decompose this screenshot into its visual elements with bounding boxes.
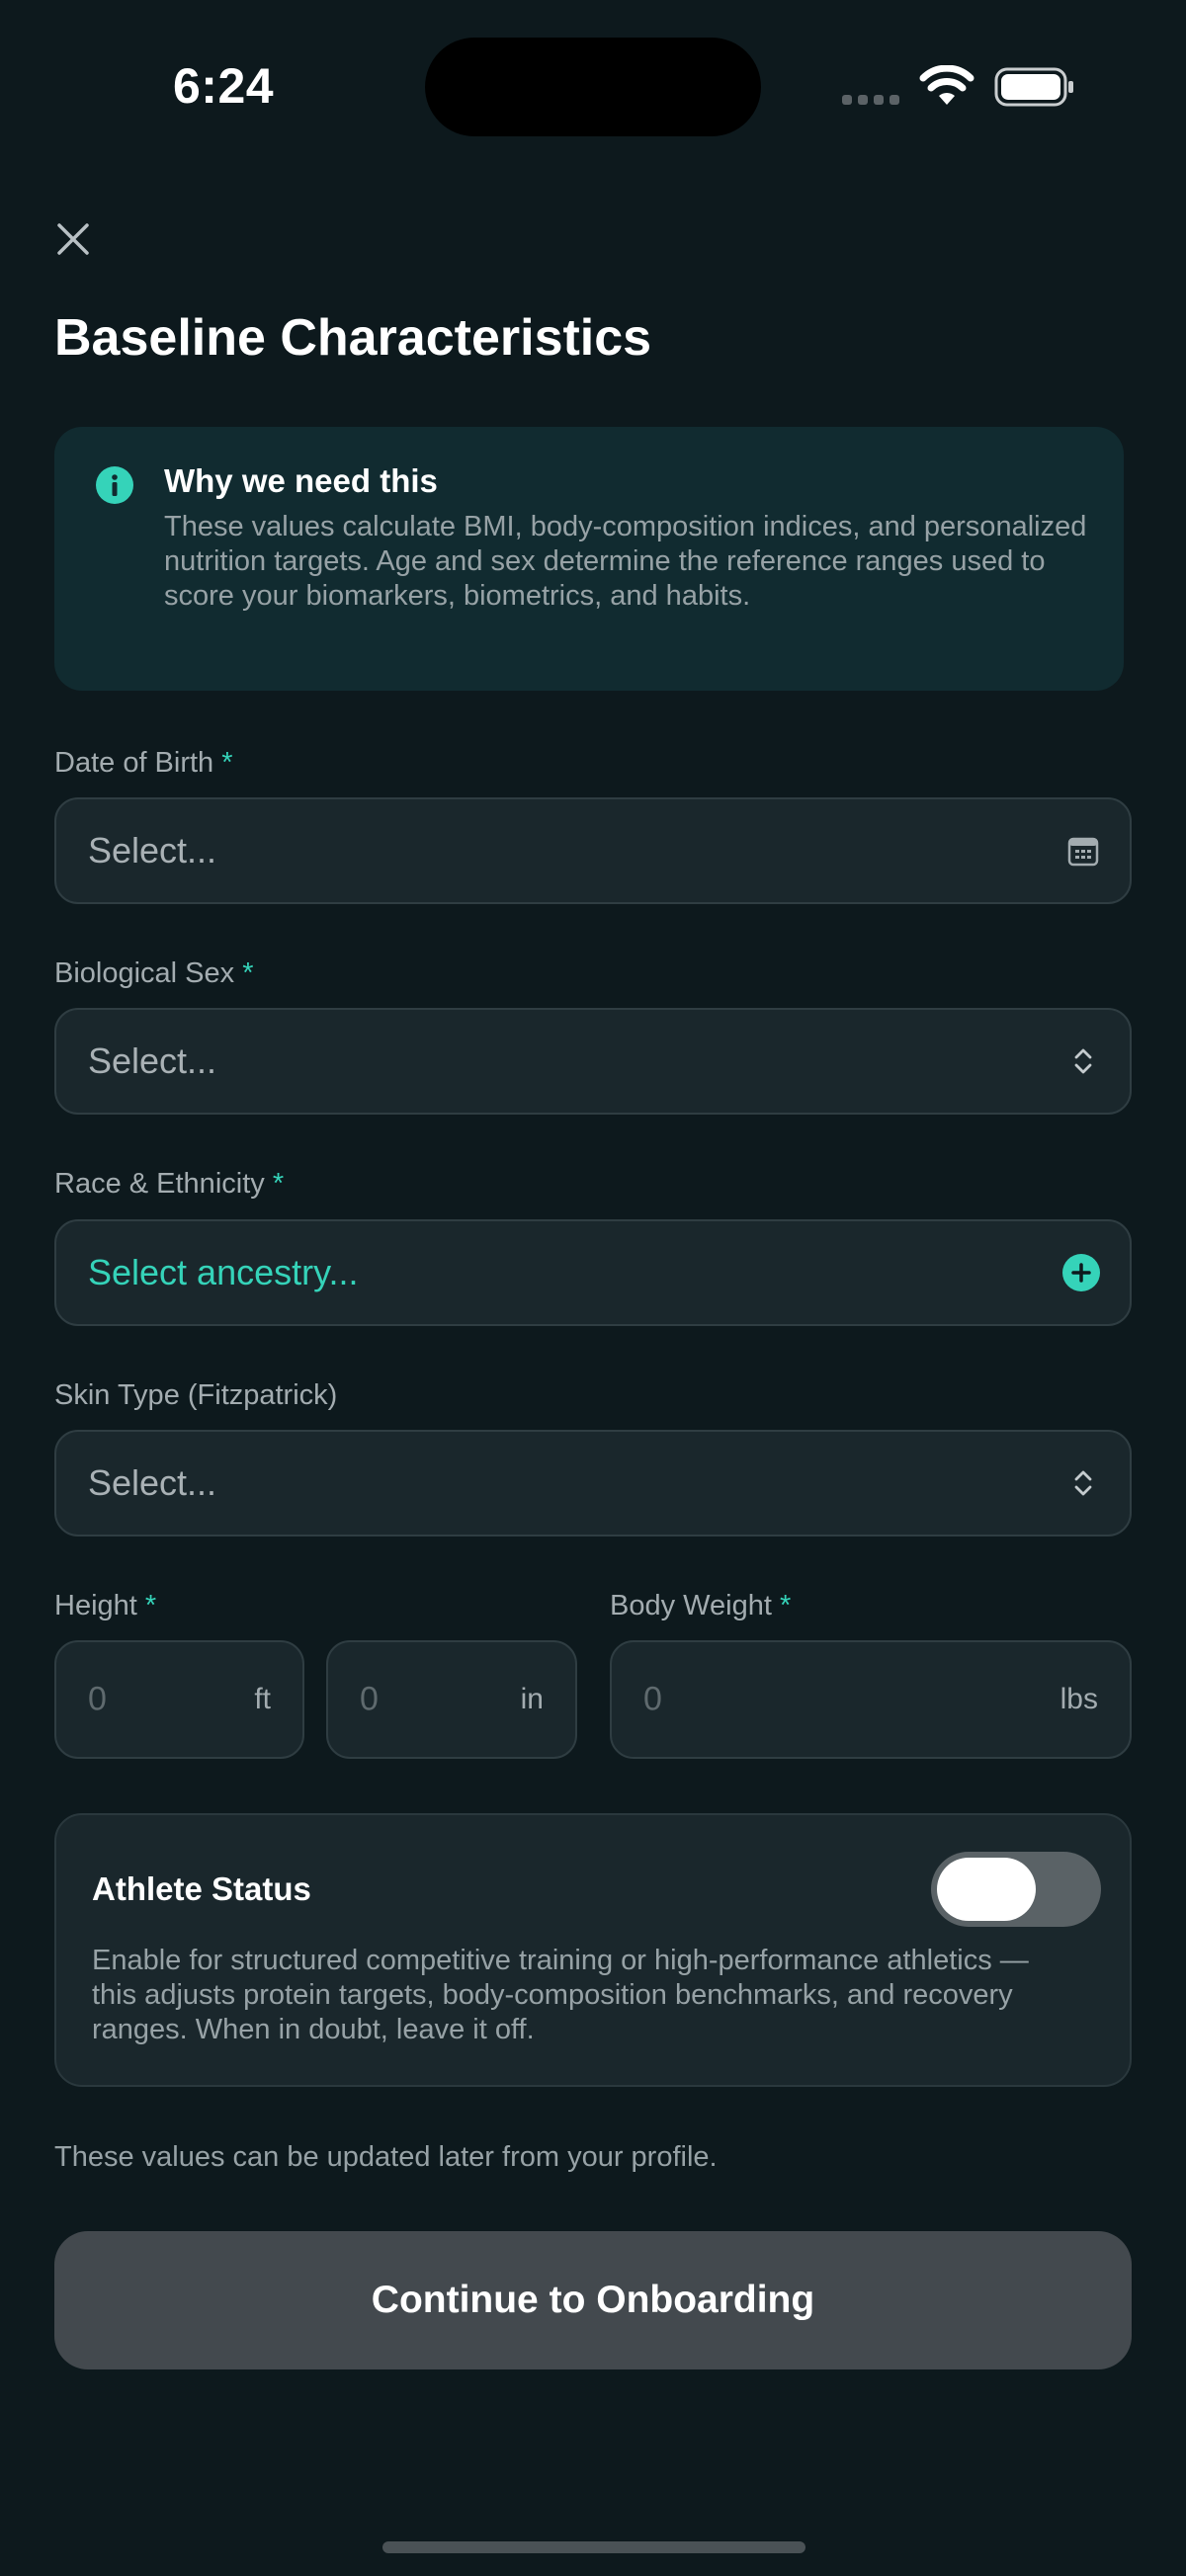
continue-button[interactable]: Continue to Onboarding xyxy=(54,2231,1132,2369)
required-marker: * xyxy=(272,1168,285,1200)
body-weight-input[interactable]: 0 lbs xyxy=(610,1640,1132,1759)
athlete-status-title: Athlete Status xyxy=(92,1870,311,1907)
required-marker: * xyxy=(779,1590,792,1621)
skin-placeholder: Select... xyxy=(88,1462,217,1503)
chevron-up-down-icon xyxy=(1074,1470,1092,1496)
chevron-up-down-icon xyxy=(1074,1048,1092,1074)
height-feet-input[interactable]: 0 ft xyxy=(54,1640,304,1759)
sex-placeholder: Select... xyxy=(88,1040,217,1081)
toggle-knob xyxy=(937,1858,1036,1921)
skin-label-text: Skin Type (Fitzpatrick) xyxy=(54,1379,338,1411)
dob-label: Date of Birth * xyxy=(54,747,233,780)
home-indicator xyxy=(382,2541,805,2553)
body-weight-placeholder: 0 xyxy=(643,1680,662,1718)
calendar-icon xyxy=(1067,837,1099,867)
battery-icon xyxy=(994,67,1073,107)
height-feet-placeholder: 0 xyxy=(88,1680,107,1718)
athlete-status-description: Enable for structured competitive traini… xyxy=(92,1945,1029,2045)
height-label: Height * xyxy=(54,1590,156,1622)
height-label-text: Height xyxy=(54,1590,137,1621)
weight-label: Body Weight * xyxy=(610,1590,791,1622)
sex-label-text: Biological Sex xyxy=(54,957,235,989)
continue-button-label: Continue to Onboarding xyxy=(371,2279,815,2321)
weight-label-text: Body Weight xyxy=(610,1590,772,1621)
info-body: These values calculate BMI, body-composi… xyxy=(164,511,1087,612)
info-title: Why we need this xyxy=(164,462,438,499)
footnote: These values can be updated later from y… xyxy=(54,2141,718,2173)
athlete-status-toggle[interactable] xyxy=(931,1852,1101,1927)
sex-select[interactable]: Select... xyxy=(54,1008,1132,1115)
status-bar: 6:24 xyxy=(0,0,1186,148)
race-label-text: Race & Ethnicity xyxy=(54,1168,265,1200)
body-weight-unit: lbs xyxy=(1059,1683,1098,1715)
height-inches-unit: in xyxy=(520,1683,544,1715)
required-marker: * xyxy=(221,747,233,779)
info-icon xyxy=(96,466,133,504)
plus-circle-icon xyxy=(1062,1254,1100,1291)
skin-select[interactable]: Select... xyxy=(54,1430,1132,1537)
info-card: Why we need this These values calculate … xyxy=(54,427,1124,691)
page-title: Baseline Characteristics xyxy=(54,309,652,367)
dob-label-text: Date of Birth xyxy=(54,747,214,779)
dob-placeholder: Select... xyxy=(88,830,217,871)
skin-label: Skin Type (Fitzpatrick) xyxy=(54,1379,337,1412)
close-icon xyxy=(57,223,89,255)
race-select[interactable]: Select ancestry... xyxy=(54,1219,1132,1326)
height-inches-placeholder: 0 xyxy=(360,1680,379,1718)
race-placeholder: Select ancestry... xyxy=(88,1252,359,1292)
close-button[interactable] xyxy=(51,217,95,261)
athlete-status-card: Athlete Status Enable for structured com… xyxy=(54,1813,1132,2087)
sex-label: Biological Sex * xyxy=(54,957,254,990)
height-feet-unit: ft xyxy=(254,1683,271,1715)
required-marker: * xyxy=(144,1590,157,1621)
dob-field[interactable]: Select... xyxy=(54,797,1132,904)
height-inches-input[interactable]: 0 in xyxy=(326,1640,577,1759)
cellular-signal-icon xyxy=(842,95,899,105)
status-time: 6:24 xyxy=(173,58,275,114)
dynamic-island xyxy=(425,38,761,136)
race-label: Race & Ethnicity * xyxy=(54,1168,284,1201)
required-marker: * xyxy=(242,957,254,989)
wifi-icon xyxy=(919,65,974,105)
